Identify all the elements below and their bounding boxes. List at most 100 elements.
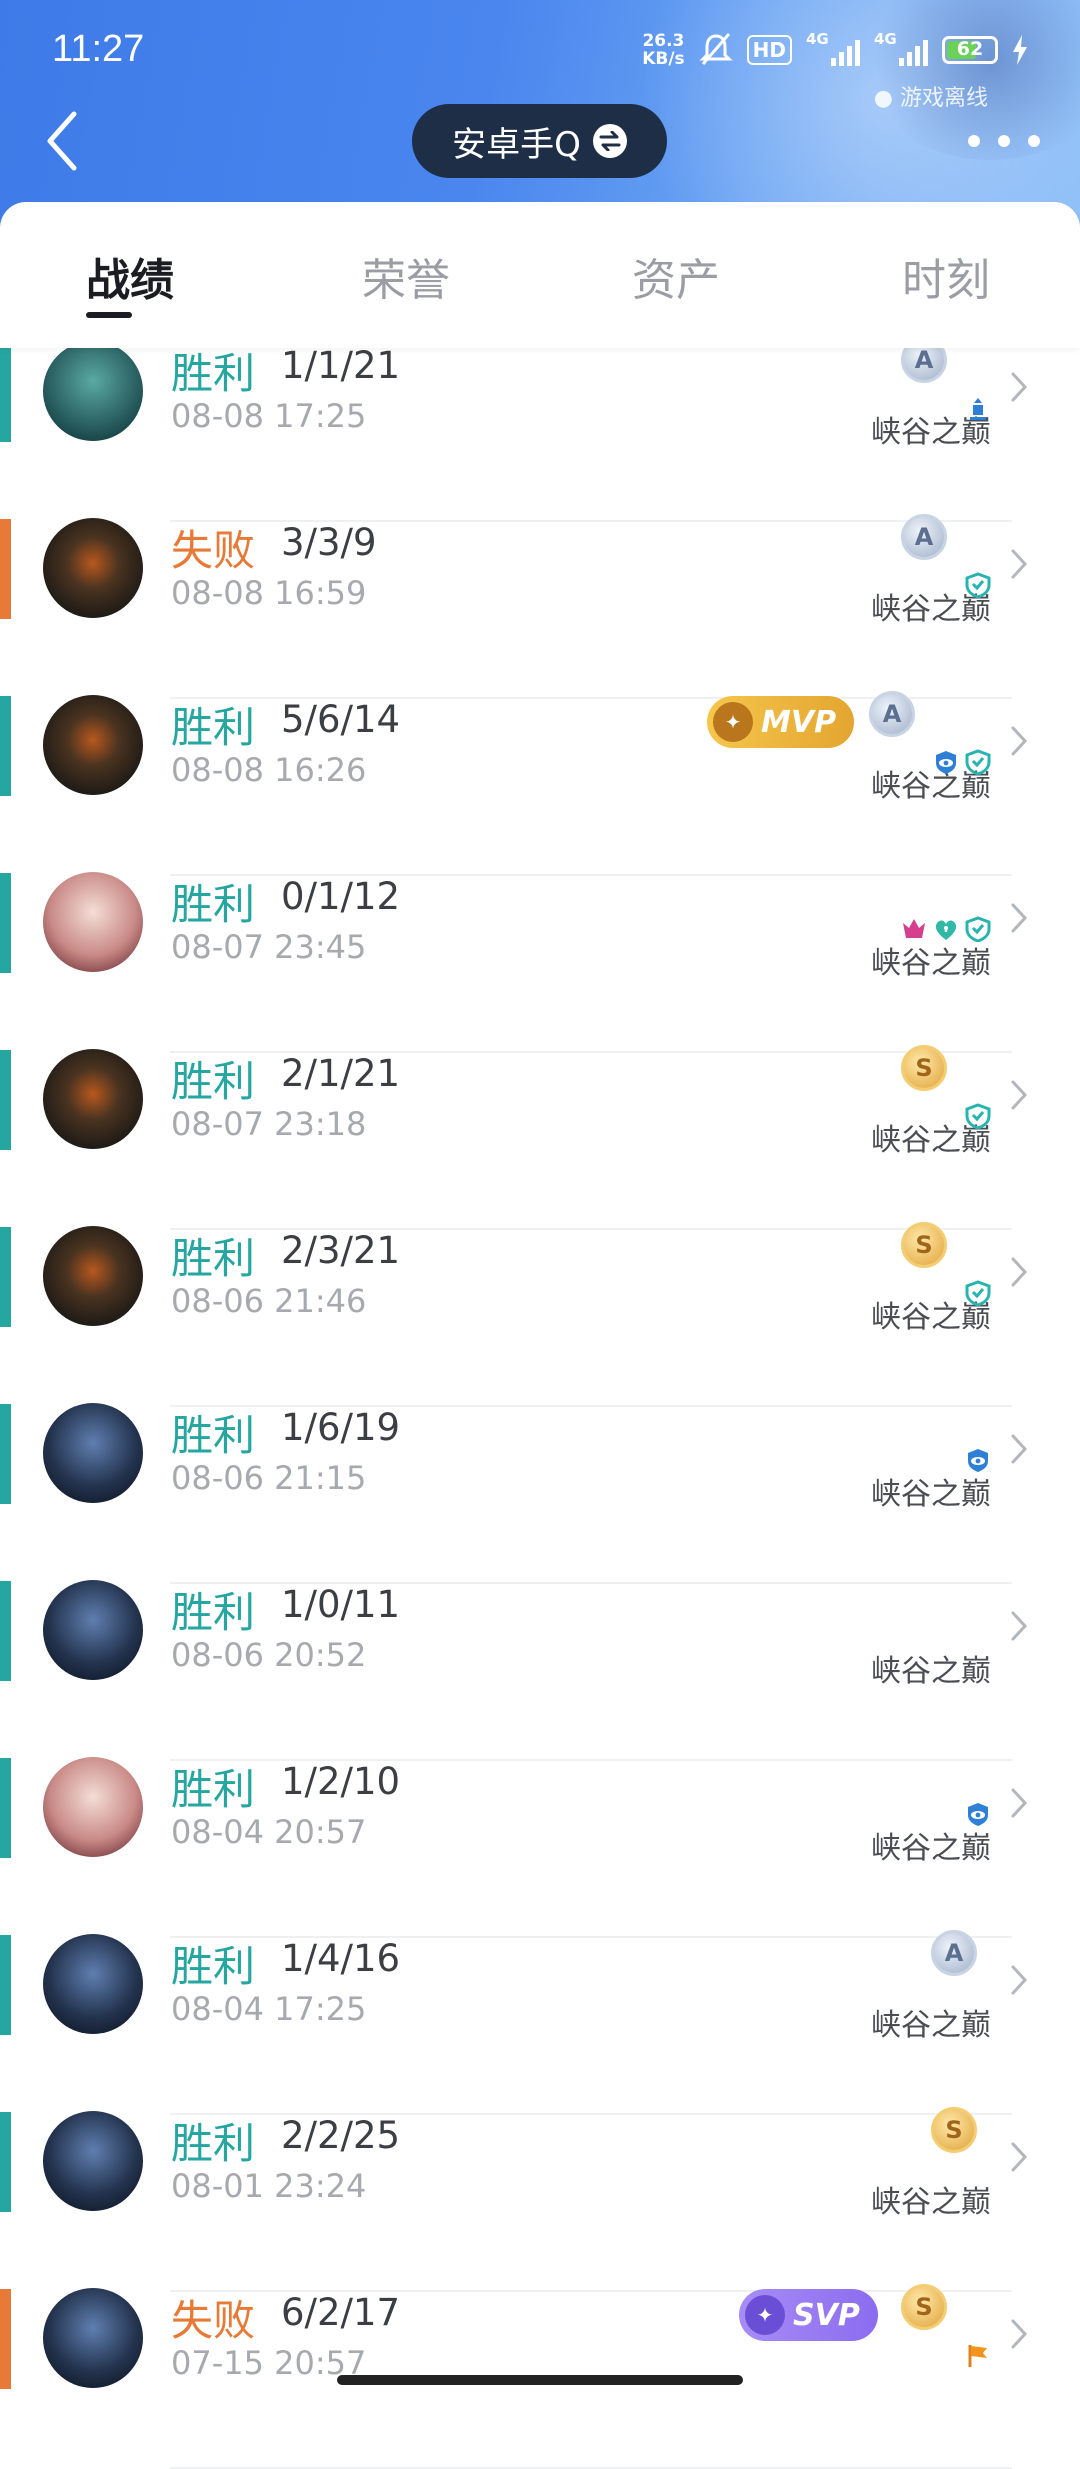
rating-medal-icon: S [901, 1222, 947, 1268]
vision-icon [936, 751, 956, 774]
shield-icon [965, 572, 991, 598]
match-result: 胜利 [171, 1588, 256, 1637]
hero-avatar [43, 695, 143, 795]
network-speed: 26.3 KB/s [642, 32, 684, 68]
match-time: 08-07 23:45 [171, 928, 367, 966]
rating-medal-icon: A [931, 1930, 977, 1976]
chevron-right-icon [1011, 372, 1028, 402]
match-result: 胜利 [171, 2119, 256, 2168]
kda-score: 3/3/9 [281, 521, 377, 564]
result-indicator-bar [0, 1227, 11, 1327]
kda-score: 2/2/25 [281, 2114, 401, 2157]
result-indicator-bar [0, 342, 11, 442]
kda-score: 1/1/21 [281, 344, 401, 387]
chevron-right-icon [1011, 1788, 1028, 1818]
mvp-badge: ✦ MVP [707, 696, 855, 748]
rating-medal-icon: S [901, 1045, 947, 1091]
result-indicator-bar [0, 1050, 11, 1150]
match-result: 胜利 [171, 1411, 256, 1460]
result-indicator-bar [0, 519, 11, 619]
more-menu-icon[interactable] [968, 124, 1040, 158]
rating-medal-icon: A [901, 514, 947, 560]
match-row[interactable]: 胜利 2/3/21 08-06 21:46 峡谷之巅 S [0, 1222, 1080, 1407]
result-indicator-bar [0, 1404, 11, 1504]
battery-level: 62 [956, 38, 984, 60]
chevron-right-icon [1011, 1257, 1028, 1287]
sim1-label: 4G [806, 30, 829, 48]
kda-score: 5/6/14 [281, 698, 401, 741]
hero-avatar [43, 1580, 143, 1680]
chevron-right-icon [1011, 1965, 1028, 1995]
match-time: 08-04 20:57 [171, 1813, 367, 1851]
match-row[interactable]: 胜利 0/1/12 08-07 23:45 峡谷之巅 [0, 872, 1080, 1053]
kda-score: 1/4/16 [281, 1937, 401, 1980]
network-speed-value: 26.3 [642, 31, 685, 51]
match-time: 08-04 17:25 [171, 1990, 367, 2028]
match-row[interactable]: 胜利 1/0/11 08-06 20:52 峡谷之巅 [0, 1580, 1080, 1761]
rating-medal-icon: S [931, 2107, 977, 2153]
chevron-right-icon [1011, 903, 1028, 933]
kda-score: 6/2/17 [281, 2291, 401, 2334]
battery-icon: 62 [942, 36, 998, 64]
hero-avatar [43, 1757, 143, 1857]
chevron-right-icon [1011, 1434, 1028, 1464]
match-row[interactable]: 胜利 1/4/16 08-04 17:25 峡谷之巅 A [0, 1930, 1080, 2115]
hero-avatar [43, 1049, 143, 1149]
result-indicator-bar [0, 873, 11, 973]
rating-medal-icon: A [869, 691, 915, 737]
shield-icon [965, 749, 991, 775]
match-result: 胜利 [171, 349, 256, 398]
match-row[interactable]: 失败 3/3/9 08-08 16:59 峡谷之巅 A [0, 514, 1080, 699]
match-row[interactable]: 胜利 2/2/25 08-01 23:24 峡谷之巅 S [0, 2107, 1080, 2292]
vision-icon [968, 1449, 988, 1472]
match-time: 08-08 16:59 [171, 574, 367, 612]
home-indicator[interactable] [337, 2375, 743, 2385]
sim2-label: 4G [874, 30, 897, 48]
hero-avatar [43, 2111, 143, 2211]
hd-badge: HD [746, 35, 792, 65]
tab-assets[interactable]: 资产 [632, 244, 720, 308]
hero-avatar [43, 1226, 143, 1326]
tab-honor[interactable]: 荣誉 [362, 244, 450, 308]
chevron-right-icon [1011, 2142, 1028, 2172]
hero-avatar [43, 1403, 143, 1503]
swap-icon [592, 124, 627, 158]
flag-icon [968, 2345, 987, 2367]
rating-medal-icon: S [901, 2284, 947, 2330]
match-row[interactable]: 胜利 1/6/19 08-06 21:15 峡谷之巅 [0, 1403, 1080, 1584]
result-indicator-bar [0, 1758, 11, 1858]
game-mode: 峡谷之巅 [871, 2185, 991, 2220]
crown-icon [903, 919, 925, 938]
signal-icon-2: 4G [874, 30, 928, 70]
match-time: 08-06 21:15 [171, 1459, 367, 1497]
header: 11:27 26.3 KB/s HD 4G 4G 62 ● 游戏离线 安卓手Q [0, 0, 1080, 230]
match-time: 08-08 16:26 [171, 751, 367, 789]
result-indicator-bar [0, 1581, 11, 1681]
heal-icon [935, 920, 957, 940]
back-icon[interactable] [40, 106, 90, 176]
network-speed-unit: KB/s [642, 49, 685, 69]
result-indicator-bar [0, 2289, 11, 2389]
match-row[interactable]: 胜利 1/2/10 08-04 20:57 峡谷之巅 [0, 1757, 1080, 1938]
tab-active-indicator [86, 312, 132, 318]
match-row[interactable]: 胜利 1/1/21 08-08 17:25 峡谷之巅 A [0, 337, 1080, 522]
tab-record[interactable]: 战绩 [86, 244, 174, 308]
result-indicator-bar [0, 2112, 11, 2212]
game-mode: 峡谷之巅 [871, 1477, 991, 1512]
vision-icon [968, 1803, 988, 1826]
tab-moments[interactable]: 时刻 [902, 244, 990, 308]
offline-status: ● 游戏离线 [873, 86, 988, 111]
match-row[interactable]: 胜利 5/6/14 08-08 16:26 峡谷之巅 A ✦ MVP [0, 691, 1080, 876]
game-mode: 峡谷之巅 [871, 946, 991, 981]
tab-bar: 战绩 荣誉 资产 时刻 [0, 202, 1080, 348]
account-switcher[interactable]: 安卓手Q [412, 104, 667, 178]
kda-score: 1/6/19 [281, 1406, 401, 1449]
match-row[interactable]: 胜利 2/1/21 08-07 23:18 峡谷之巅 S [0, 1045, 1080, 1230]
charging-icon [1013, 35, 1027, 65]
match-result: 胜利 [171, 1234, 256, 1283]
match-time: 08-06 20:52 [171, 1636, 367, 1674]
match-time: 08-07 23:18 [171, 1105, 367, 1143]
shield-icon [965, 1280, 991, 1306]
account-title: 安卓手Q [452, 124, 581, 165]
hero-avatar [43, 1934, 143, 2034]
